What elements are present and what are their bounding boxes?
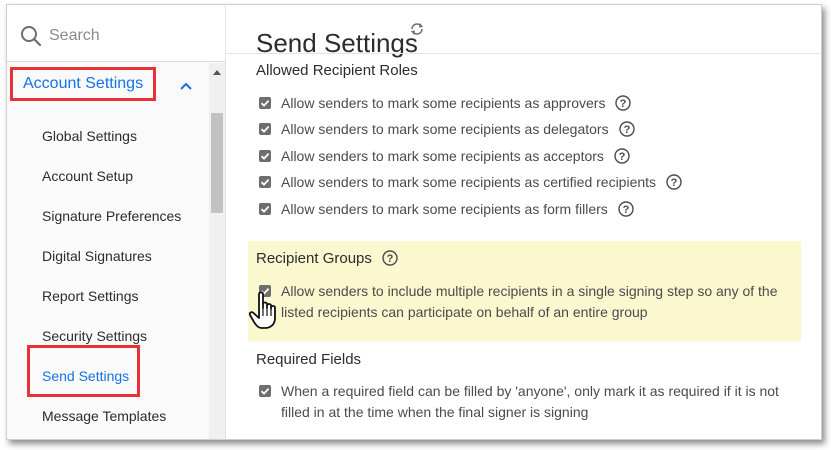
search-icon: [21, 26, 42, 47]
sidebar-scrollbar[interactable]: [209, 63, 225, 439]
search-box[interactable]: Search: [7, 5, 225, 62]
scroll-thumb[interactable]: [211, 113, 223, 213]
svg-text:?: ?: [622, 204, 629, 216]
sidebar-item-global-settings[interactable]: Global Settings: [42, 128, 137, 148]
title-divider: [226, 53, 821, 54]
option-required-fields: When a required field can be filled by '…: [259, 381, 804, 425]
option-label: Allow senders to include multiple recipi…: [281, 283, 778, 320]
checkmark-icon: [260, 205, 270, 213]
option-acceptors: Allow senders to mark some recipients as…: [259, 146, 630, 166]
checkmark-icon: [260, 387, 270, 395]
allowed-roles-heading: Allowed Recipient Roles: [256, 62, 418, 79]
checkmark-icon: [260, 152, 270, 160]
svg-text:?: ?: [671, 177, 678, 189]
checkmark-icon: [260, 178, 270, 186]
svg-text:?: ?: [619, 151, 626, 163]
option-label: When a required field can be filled by '…: [281, 383, 779, 420]
option-form-fillers: Allow senders to mark some recipients as…: [259, 199, 634, 219]
page-title: Send Settings: [256, 28, 418, 59]
option-delegators: Allow senders to mark some recipients as…: [259, 119, 635, 139]
callout-box-account-settings: Account Settings: [10, 67, 157, 101]
sidebar: Search Account Settings Global Settings …: [7, 5, 226, 439]
sidebar-item-signature-preferences[interactable]: Signature Preferences: [42, 208, 181, 228]
certified-recipients-checkbox[interactable]: [259, 176, 271, 188]
required-fields-checkbox[interactable]: [259, 385, 271, 397]
acceptors-checkbox[interactable]: [259, 150, 271, 162]
hand-cursor-icon: [248, 291, 276, 329]
checkmark-icon: [260, 125, 270, 133]
help-icon[interactable]: ?: [615, 95, 632, 111]
delegators-checkbox[interactable]: [259, 123, 271, 135]
approvers-checkbox[interactable]: [259, 97, 271, 109]
recipient-groups-heading: Recipient Groups: [256, 249, 372, 267]
required-fields-heading: Required Fields: [256, 351, 362, 368]
help-icon[interactable]: ?: [614, 148, 630, 164]
help-icon[interactable]: ?: [666, 174, 682, 190]
search-placeholder: Search: [49, 27, 100, 44]
main-content: Send Settings Allowed Recipient Roles Al…: [226, 5, 821, 439]
sidebar-item-message-templates[interactable]: Message Templates: [42, 408, 166, 428]
help-icon[interactable]: ?: [618, 201, 634, 217]
svg-text:?: ?: [620, 98, 627, 110]
sidebar-item-report-settings[interactable]: Report Settings: [42, 288, 139, 308]
help-icon[interactable]: ?: [618, 121, 635, 137]
sidebar-item-digital-signatures[interactable]: Digital Signatures: [42, 248, 152, 268]
option-label: Allow senders to mark some recipients as…: [281, 174, 657, 190]
section-title: Account Settings: [23, 75, 144, 92]
option-recipient-groups: Allow senders to include multiple recipi…: [259, 281, 804, 325]
checkmark-icon: [260, 99, 270, 107]
account-settings-section[interactable]: Account Settings: [7, 63, 209, 109]
form-fillers-checkbox[interactable]: [259, 203, 271, 215]
option-label: Allow senders to mark some recipients as…: [281, 121, 609, 137]
refresh-icon[interactable]: [409, 21, 425, 37]
svg-text:?: ?: [623, 124, 630, 136]
option-label: Allow senders to mark some recipients as…: [281, 201, 608, 217]
svg-text:?: ?: [387, 253, 394, 265]
recipient-groups-heading-row: Recipient Groups ?: [256, 248, 398, 268]
app-window: Search Account Settings Global Settings …: [6, 4, 822, 440]
option-label: Allow senders to mark some recipients as…: [281, 148, 604, 164]
help-icon[interactable]: ?: [382, 250, 398, 266]
option-certified-recipients: Allow senders to mark some recipients as…: [259, 172, 682, 192]
option-approvers: Allow senders to mark some recipients as…: [259, 93, 632, 113]
sidebar-item-account-setup[interactable]: Account Setup: [42, 168, 133, 188]
option-label: Allow senders to mark some recipients as…: [281, 95, 606, 111]
chevron-up-icon[interactable]: [179, 81, 193, 91]
scroll-up-arrow-icon[interactable]: [212, 68, 222, 76]
callout-box-send-settings: [27, 345, 140, 397]
